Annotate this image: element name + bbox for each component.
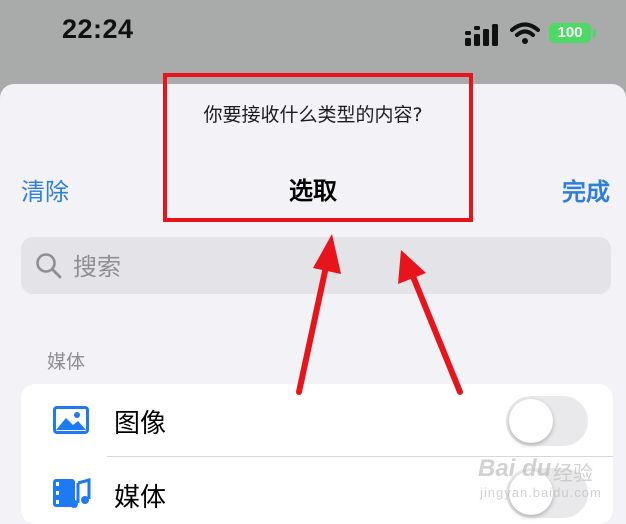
search-bar[interactable]	[21, 237, 611, 296]
toggle-knob	[509, 399, 553, 443]
clear-button[interactable]: 清除	[21, 172, 69, 207]
watermark: Bai du 经验 jingyan.baidu.com	[478, 455, 608, 511]
battery-cap	[593, 29, 596, 37]
search-input[interactable]	[71, 237, 595, 296]
highlight-box	[163, 73, 473, 222]
signal-icon	[465, 24, 498, 46]
toggle-images[interactable]	[506, 396, 588, 446]
status-bar: 22:24 100	[0, 0, 626, 70]
status-time: 22:24	[62, 14, 134, 44]
watermark-logo: Bai du	[478, 455, 552, 482]
done-button[interactable]: 完成	[562, 172, 610, 207]
section-header-media: 媒体	[47, 351, 86, 373]
watermark-site: jingyan.baidu.com	[480, 485, 602, 500]
wifi-icon	[510, 22, 540, 44]
row-label: 媒体	[114, 483, 167, 513]
row-label: 图像	[114, 409, 167, 439]
battery-icon: 100	[549, 23, 591, 43]
media-icon	[53, 478, 91, 508]
list-item[interactable]: 图像	[21, 384, 613, 458]
search-icon	[36, 253, 62, 279]
photo-icon	[53, 406, 89, 434]
watermark-brand: 经验	[553, 463, 593, 485]
